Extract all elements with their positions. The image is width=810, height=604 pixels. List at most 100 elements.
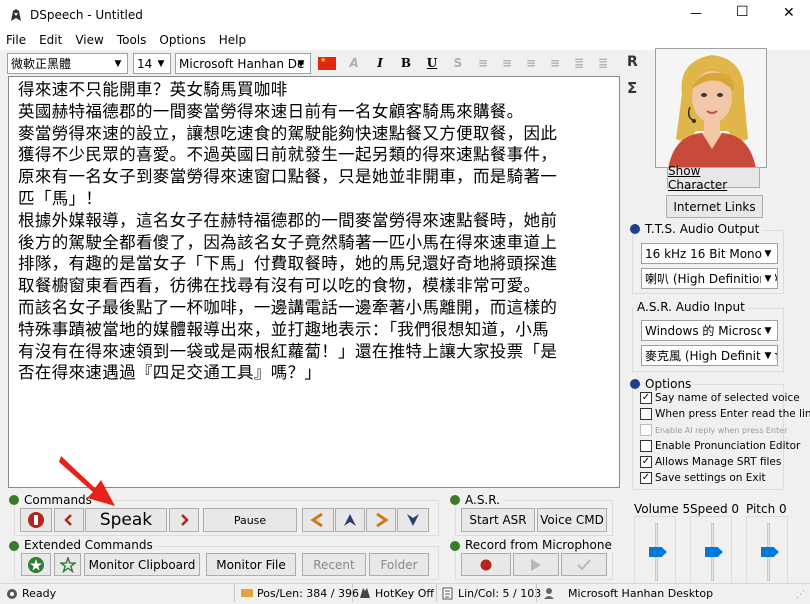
voice-value: Microsoft Hanhan De — [179, 56, 305, 71]
resize-grip-icon[interactable]: ⋰ — [796, 590, 808, 602]
bookmark-button[interactable] — [54, 553, 81, 576]
monitor-file-button[interactable]: Monitor File — [206, 553, 296, 576]
r-icon[interactable]: R — [627, 54, 638, 70]
bold-button[interactable]: B — [395, 52, 417, 74]
accept-record-button[interactable] — [561, 553, 607, 576]
checkbox-icon[interactable] — [640, 440, 652, 452]
asr-engine-select[interactable]: Windows 的 Microsoft ▼ — [641, 320, 778, 341]
bullets-icon[interactable]: ≡ — [472, 52, 494, 74]
record-button[interactable] — [461, 553, 511, 576]
status-divider — [352, 584, 353, 602]
option-label: Say name of selected voice — [655, 392, 800, 404]
chevron-down-icon: ▼ — [761, 269, 775, 288]
asr-device-select[interactable]: 麥克風 (High Definition ▼ — [641, 345, 778, 366]
align-center-icon[interactable]: ≡ — [520, 52, 542, 74]
status-ready: Ready — [22, 587, 57, 600]
checkbox-checked-icon[interactable]: ✓ — [640, 472, 652, 484]
option-checkbox[interactable]: Enable Pronunciation Editor — [640, 440, 800, 452]
script-font-select[interactable]: 微軟正黑體 ▼ — [7, 53, 128, 74]
option-checkbox[interactable]: ✓ Save settings on Exit — [640, 472, 766, 484]
checkbox-icon[interactable] — [640, 408, 652, 420]
recent-button[interactable]: Recent — [302, 553, 366, 576]
record-title: Record from Microphone — [462, 538, 615, 552]
strikethrough-icon[interactable]: S — [447, 52, 469, 74]
align-left-icon[interactable]: ≡ — [496, 52, 518, 74]
option-checkbox[interactable]: ✓ Say name of selected voice — [640, 392, 800, 404]
checkbox-checked-icon[interactable]: ✓ — [640, 456, 652, 468]
slider-thumb[interactable] — [761, 547, 779, 557]
voice-cmd-button[interactable]: Voice CMD — [537, 508, 607, 532]
menu-edit[interactable]: Edit — [39, 33, 62, 47]
align-right-icon[interactable]: ≡ — [544, 52, 566, 74]
underline-button[interactable]: U — [421, 52, 443, 74]
tts-format-value: 16 kHz 16 Bit Mono — [645, 246, 762, 261]
editor-line: 而該名女子最後點了一杯咖啡，一邊講電話一邊牽著小馬離開，而這樣的 — [18, 297, 558, 317]
editor-line: 否在得來速遇過『四足交通工具』嗎？」 — [18, 363, 322, 383]
voice-status-icon — [542, 586, 556, 600]
play-record-button[interactable] — [513, 553, 559, 576]
title-bar: DSpeech - Untitled — ☐ ✕ — [0, 0, 810, 30]
tts-device-select[interactable]: 喇叭 (High Definition Audio ▼ — [641, 268, 778, 289]
option-checkbox[interactable]: When press Enter read the line — [640, 408, 810, 420]
nav-down-button[interactable] — [397, 508, 429, 532]
slider[interactable] — [634, 516, 676, 586]
monitor-clipboard-button[interactable]: Monitor Clipboard — [84, 553, 200, 576]
editor-line: 後方的駕駛全都看傻了，因為該名女子竟然騎著一匹小馬在得來速車道上 — [18, 232, 558, 252]
nav-right-button[interactable] — [366, 508, 396, 532]
folder-button[interactable]: Folder — [369, 553, 429, 576]
menu-options[interactable]: Options — [159, 33, 205, 47]
asr-input-title: A.S.R. Audio Input — [634, 300, 748, 314]
status-voice: Microsoft Hanhan Desktop — [568, 587, 714, 600]
tts-format-select[interactable]: 16 kHz 16 Bit Mono ▼ — [641, 243, 778, 264]
italic-button[interactable]: I — [369, 52, 391, 74]
arrow-right-icon — [376, 513, 389, 527]
app-icon — [8, 7, 24, 23]
menu-help[interactable]: Help — [219, 33, 246, 47]
menu-view[interactable]: View — [75, 33, 103, 47]
internet-links-button[interactable]: Internet Links — [666, 195, 763, 218]
maximize-button[interactable]: ☐ — [736, 4, 749, 20]
previous-button[interactable] — [54, 508, 84, 532]
close-button[interactable]: ✕ — [783, 5, 795, 21]
speak-button[interactable]: Speak — [85, 508, 167, 532]
star-icon — [59, 556, 76, 573]
stop-button[interactable] — [20, 508, 52, 532]
pause-button[interactable]: Pause — [203, 508, 297, 532]
next-button[interactable] — [169, 508, 199, 532]
menu-tools[interactable]: Tools — [117, 33, 147, 47]
editor-line: 得來速不只能開車？英女騎馬買咖啡 — [18, 80, 288, 99]
status-divider — [436, 584, 437, 602]
option-label: Allows Manage SRT files — [655, 456, 782, 468]
asr-title: A.S.R. — [462, 493, 503, 507]
voice-select[interactable]: Microsoft Hanhan De ▼ — [175, 53, 311, 74]
checkbox-checked-icon[interactable]: ✓ — [640, 392, 652, 404]
sigma-icon[interactable]: Σ — [627, 79, 637, 97]
slider-thumb[interactable] — [705, 547, 723, 557]
slider[interactable] — [746, 516, 788, 586]
text-editor[interactable]: 得來速不只能開車？英女騎馬買咖啡 英國赫特福德郡的一間麥當勞得來速日前有一名女顧客… — [8, 76, 620, 488]
option-checkbox[interactable]: Enable AI reply when press Enter — [640, 424, 787, 436]
stop-icon — [28, 512, 44, 528]
help-icon — [450, 495, 460, 505]
position-icon — [240, 587, 254, 599]
nav-up-button[interactable] — [335, 508, 365, 532]
slider[interactable] — [690, 516, 732, 586]
option-checkbox[interactable]: ✓ Allows Manage SRT files — [640, 456, 781, 468]
favorite-button[interactable] — [21, 553, 51, 576]
minimize-button[interactable]: — — [690, 6, 702, 20]
editor-line: 原來有一名女子到麥當勞得來速窗口點餐，只是她並非開車，而是騎著一 — [18, 167, 558, 187]
record-icon — [480, 559, 492, 570]
start-asr-button[interactable]: Start ASR — [461, 508, 535, 532]
language-flag-icon[interactable]: ★ — [316, 52, 338, 74]
editor-line: 排隊，有趣的是當女子「下馬」付費取餐時，她的馬兒還好奇地將頭探進 — [18, 254, 558, 274]
slider-thumb[interactable] — [649, 547, 667, 557]
show-character-button[interactable]: Show Character — [667, 164, 760, 192]
nav-left-button[interactable] — [302, 508, 334, 532]
font-size-value: 14 — [137, 56, 153, 71]
font-size-select[interactable]: 14 ▼ — [133, 53, 171, 74]
indent-increase-icon[interactable]: ≣ — [592, 52, 614, 74]
font-color-icon[interactable]: A — [343, 52, 365, 74]
menu-file[interactable]: File — [6, 33, 26, 47]
indent-decrease-icon[interactable]: ≣ — [568, 52, 590, 74]
checkbox-icon[interactable] — [640, 424, 652, 436]
